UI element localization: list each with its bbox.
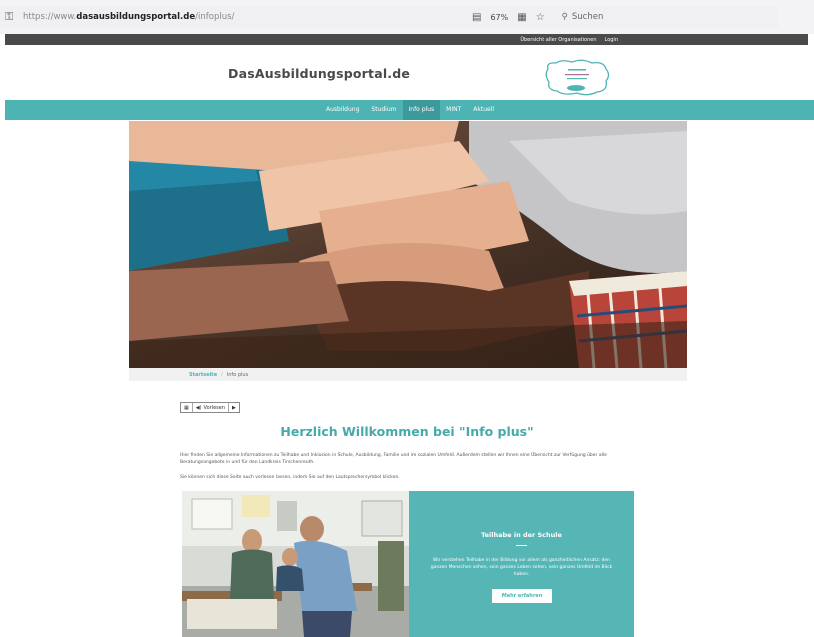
feature-title: Teilhabe in der Schule bbox=[481, 531, 562, 539]
url-text[interactable]: https://www.dasausbildungsportal.de/info… bbox=[23, 12, 234, 22]
intro-text-secondary: Sie können sich diese Seite auch vorlese… bbox=[180, 475, 400, 480]
site-logo[interactable] bbox=[542, 57, 613, 98]
page-title: Herzlich Willkommen bei "Info plus" bbox=[280, 424, 534, 439]
intro-text: Hier finden Sie allgemeine Informationen… bbox=[180, 453, 607, 465]
feature-image bbox=[182, 491, 409, 637]
topbar-link-organisations[interactable]: Übersicht aller Organisationen bbox=[520, 37, 596, 43]
breadcrumb-home[interactable]: Startseite bbox=[189, 372, 217, 378]
zoom-level[interactable]: 67% bbox=[490, 13, 508, 22]
more-info-button[interactable]: Mehr erfahren bbox=[492, 589, 552, 603]
main-navigation: Ausbildung Studium Info plus MINT Aktuel… bbox=[5, 100, 814, 120]
translate-icon[interactable]: ▦ bbox=[517, 12, 526, 23]
feature-panel: Teilhabe in der Schule Wir verstehen Tei… bbox=[409, 491, 634, 637]
nav-item-info-plus[interactable]: Info plus bbox=[402, 100, 441, 120]
breadcrumb-separator: / bbox=[221, 371, 223, 378]
browser-search[interactable]: ⚲ Suchen bbox=[562, 12, 604, 22]
browser-toolbar: ⚿ https://www.dasausbildungsportal.de/in… bbox=[0, 0, 814, 34]
nav-item-studium[interactable]: Studium bbox=[365, 100, 402, 120]
search-icon: ⚲ bbox=[561, 12, 568, 22]
bookmark-star-icon[interactable]: ☆ bbox=[536, 12, 545, 23]
hero-image bbox=[129, 121, 687, 368]
feature-divider bbox=[516, 545, 527, 546]
read-aloud-label: Vorlesen bbox=[203, 404, 225, 411]
nav-item-ausbildung[interactable]: Ausbildung bbox=[320, 100, 365, 120]
reader-view-icon[interactable]: ▤ bbox=[472, 12, 481, 23]
address-bar[interactable]: ⚿ https://www.dasausbildungsportal.de/in… bbox=[0, 6, 778, 28]
menu-icon[interactable]: ▦ bbox=[181, 403, 193, 412]
read-aloud-widget: ▦ ◀) Vorlesen ▶ bbox=[180, 402, 240, 413]
url-tools: ▤ 67% ▦ ☆ ⚲ Suchen bbox=[472, 6, 603, 28]
nav-item-aktuell[interactable]: Aktuell bbox=[467, 100, 500, 120]
breadcrumb-current: Info plus bbox=[226, 371, 249, 378]
topbar-link-login[interactable]: Login bbox=[605, 37, 619, 43]
play-icon[interactable]: ▶ bbox=[229, 403, 239, 412]
breadcrumb: Startseite / Info plus bbox=[129, 368, 687, 381]
utility-bar: Übersicht aller Organisationen Login bbox=[5, 34, 808, 45]
site-brand[interactable]: DasAusbildungsportal.de bbox=[228, 66, 410, 81]
search-placeholder: Suchen bbox=[571, 12, 604, 22]
lock-icon: ⚿ bbox=[5, 10, 14, 23]
nav-item-mint[interactable]: MINT bbox=[440, 100, 467, 120]
read-aloud-button[interactable]: ◀) Vorlesen bbox=[193, 403, 229, 412]
speaker-icon: ◀) bbox=[195, 404, 202, 411]
feature-text: Wir verstehen Teilhabe in der Bildung vo… bbox=[430, 558, 613, 577]
